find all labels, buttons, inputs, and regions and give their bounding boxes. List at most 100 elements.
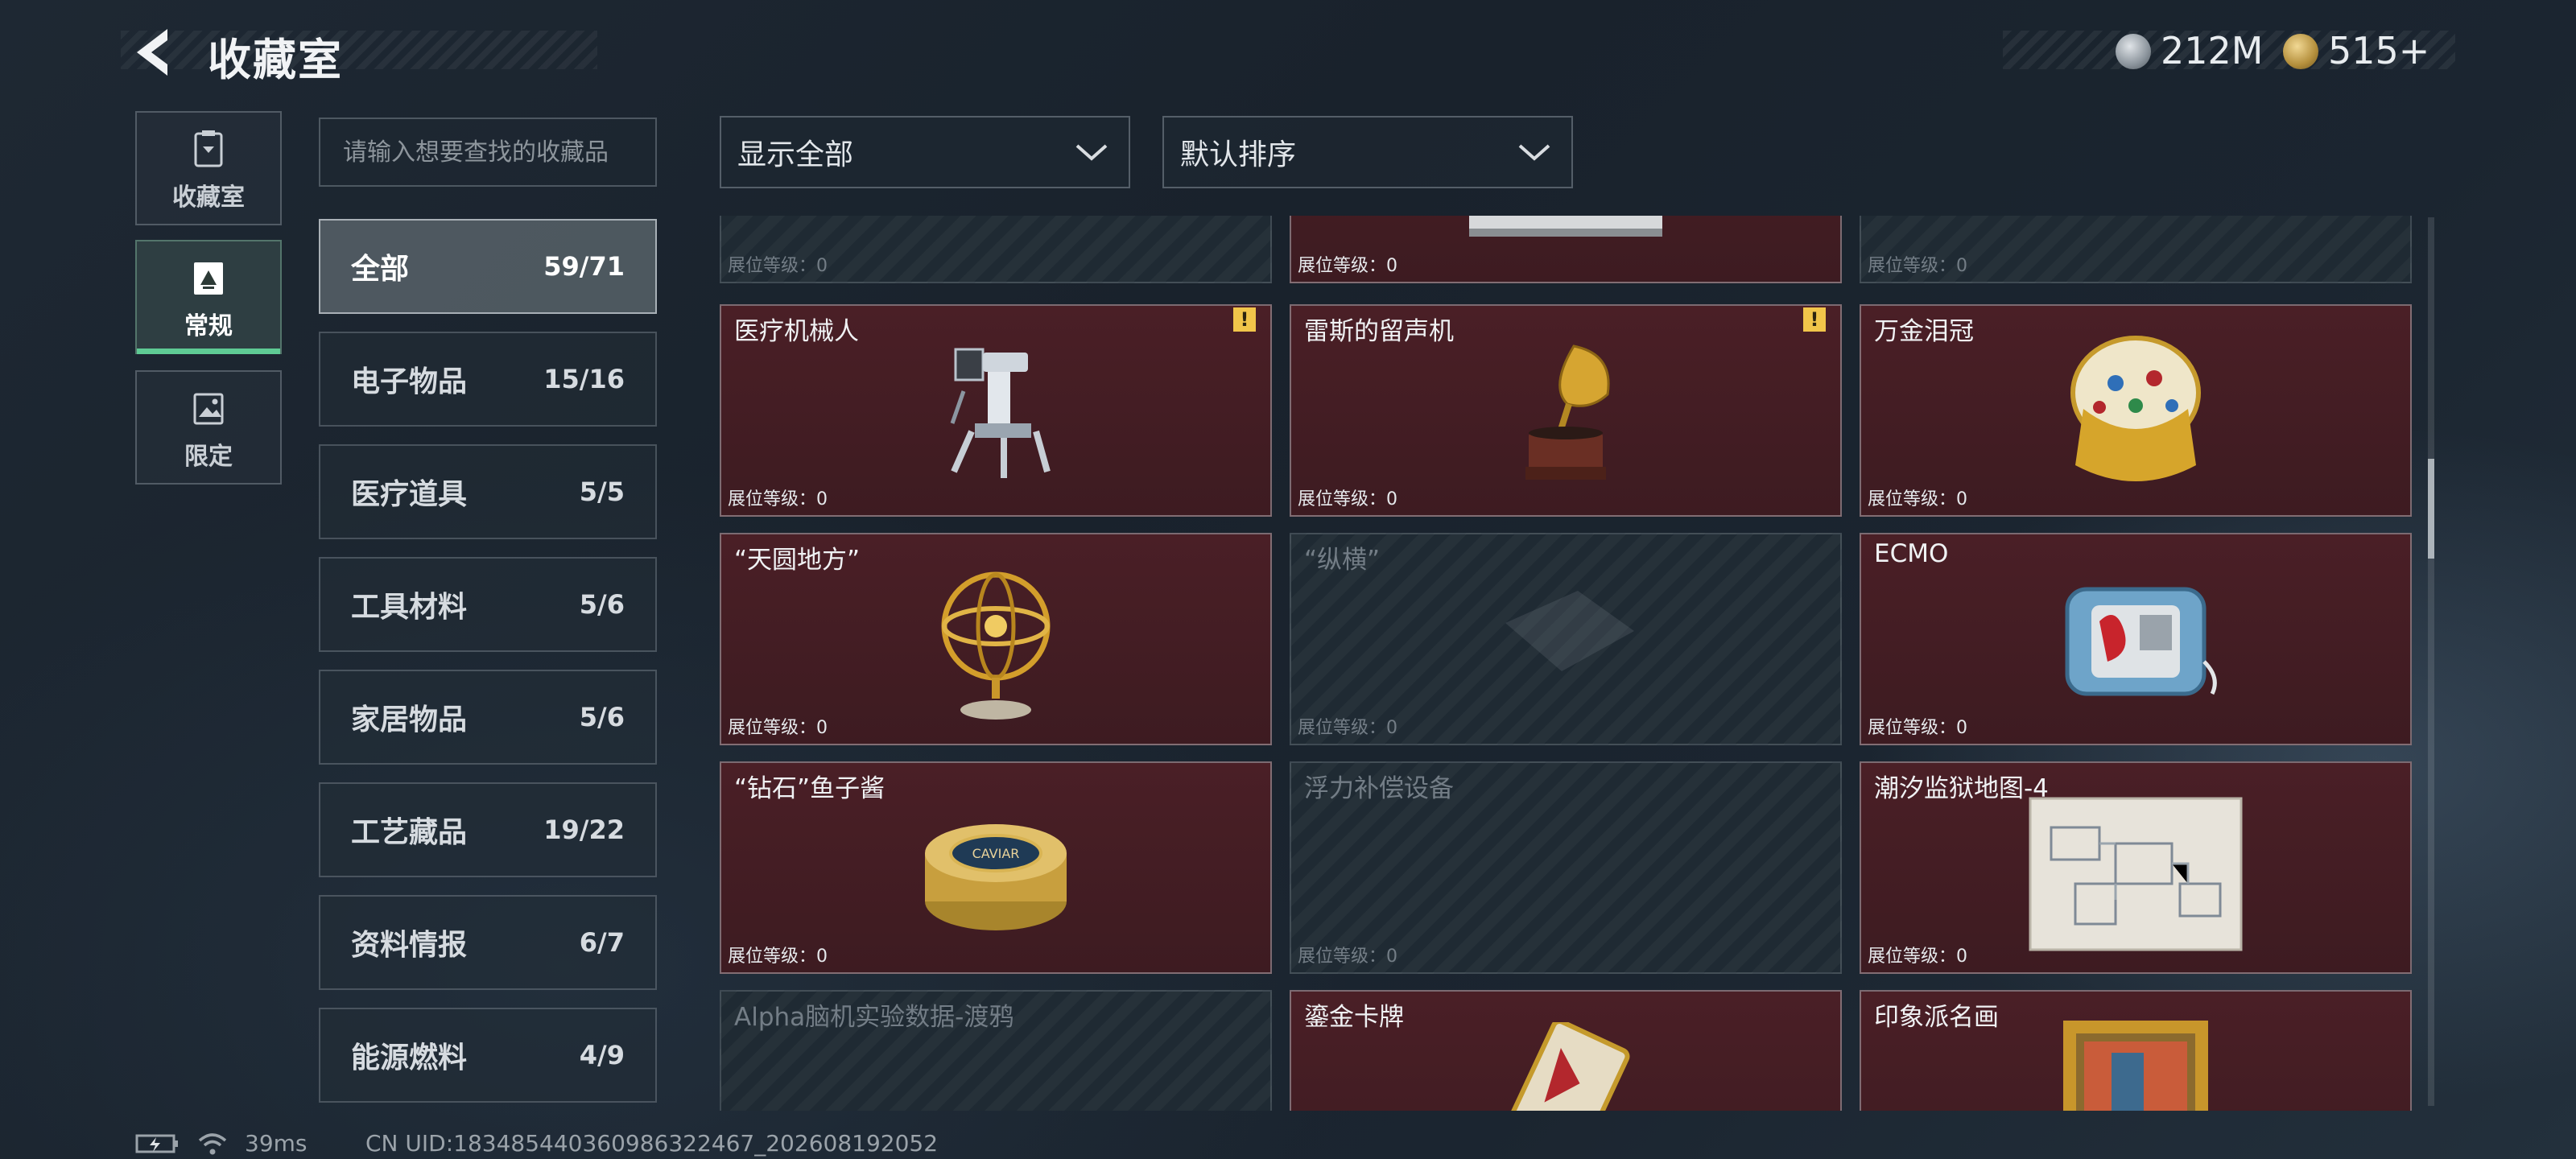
collection-card[interactable]: “纵横” 展位等级：0 — [1290, 533, 1842, 745]
display-level: 展位等级：0 — [1868, 947, 1967, 967]
search-input[interactable] — [320, 119, 655, 185]
chevron-down-icon — [1518, 144, 1550, 161]
header-banner — [121, 31, 597, 69]
collection-card[interactable]: 鎏金卡牌 — [1290, 990, 1842, 1111]
category-medical[interactable]: 医疗道具 5/5 — [319, 444, 657, 539]
display-level: 展位等级：0 — [1868, 489, 1967, 509]
show-filter-dropdown[interactable]: 显示全部 — [720, 116, 1130, 188]
scrollbar-track[interactable] — [2428, 217, 2434, 1106]
category-count: 5/6 — [579, 589, 625, 620]
category-household[interactable]: 家居物品 5/6 — [319, 670, 657, 765]
back-arrow-icon — [137, 29, 167, 76]
item-name: 雷斯的留声机 — [1304, 317, 1454, 346]
silver-coin-icon — [2116, 34, 2151, 69]
category-name: 资料情报 — [351, 929, 468, 962]
jeweled-egg-image — [2070, 336, 2201, 481]
trophy-icon — [194, 130, 223, 167]
chevron-down-icon — [1075, 144, 1108, 161]
svg-text:CAVIAR: CAVIAR — [972, 846, 1020, 861]
warning-badge-icon: ! — [1233, 307, 1256, 332]
category-energy[interactable]: 能源燃料 4/9 — [319, 1008, 657, 1103]
collection-grid: 展位等级：0 展位等级：0 展位等级：0 医疗机械人 ! 展位等级：0 雷斯的留… — [720, 216, 2413, 1111]
limited-picture-icon — [193, 393, 224, 425]
category-name: 工具材料 — [351, 591, 468, 624]
prison-map-image — [2029, 797, 2243, 951]
display-level: 展位等级：0 — [1868, 718, 1967, 738]
category-name: 全部 — [351, 253, 410, 286]
category-all[interactable]: 全部 59/71 — [319, 219, 657, 314]
status-bar: 39ms — [135, 1130, 308, 1157]
collection-card[interactable]: 展位等级：0 — [1860, 216, 2412, 283]
item-name: 万金泪冠 — [1874, 317, 1974, 346]
tab-collection-room[interactable]: 收藏室 — [135, 111, 282, 225]
tab-label: 限定 — [184, 443, 233, 471]
item-image — [1469, 216, 1662, 237]
sort-dropdown[interactable]: 默认排序 — [1162, 116, 1573, 188]
scrollbar-thumb[interactable] — [2428, 459, 2434, 559]
item-name: “天圆地方” — [734, 546, 861, 575]
category-count: 15/16 — [543, 364, 625, 394]
ecmo-machine-image — [2065, 587, 2217, 696]
collection-card[interactable]: ECMO 展位等级：0 — [1860, 533, 2412, 745]
display-level: 展位等级：0 — [1298, 718, 1397, 738]
category-tools[interactable]: 工具材料 5/6 — [319, 557, 657, 652]
gold-amount: 515+ — [2328, 29, 2430, 72]
category-count: 59/71 — [543, 251, 625, 282]
display-level: 展位等级：0 — [1298, 947, 1397, 967]
display-level: 展位等级：0 — [728, 718, 828, 738]
ping-value: 39ms — [245, 1130, 308, 1157]
tab-limited[interactable]: 限定 — [135, 370, 282, 485]
collection-card[interactable]: 万金泪冠 展位等级：0 — [1860, 304, 2412, 517]
collection-card[interactable]: 医疗机械人 ! 展位等级：0 — [720, 304, 1272, 517]
tab-label: 收藏室 — [172, 184, 245, 212]
display-level: 展位等级：0 — [728, 256, 828, 276]
sort-value: 默认排序 — [1180, 138, 1297, 171]
chessboard-image — [1505, 591, 1634, 671]
display-level: 展位等级：0 — [1868, 256, 1967, 276]
medical-robot-image — [950, 348, 1051, 478]
collection-card[interactable]: 展位等级：0 — [1290, 216, 1842, 283]
gold-coin-icon — [2283, 34, 2318, 69]
silver-amount: 212M — [2161, 29, 2264, 72]
display-level: 展位等级：0 — [728, 947, 828, 967]
collection-card[interactable]: “天圆地方” 展位等级：0 — [720, 533, 1272, 745]
gramophone-image — [1525, 344, 1610, 480]
page-title: 收藏室 — [208, 35, 343, 85]
collection-card[interactable]: 展位等级：0 — [720, 216, 1272, 283]
battery-icon — [135, 1134, 178, 1153]
category-name: 工艺藏品 — [351, 816, 468, 849]
category-name: 电子物品 — [351, 365, 468, 398]
collection-card[interactable]: 雷斯的留声机 ! 展位等级：0 — [1290, 304, 1842, 517]
picture-icon — [194, 262, 223, 295]
tab-regular[interactable]: 常规 — [135, 240, 282, 354]
category-name: 家居物品 — [351, 703, 468, 736]
item-name: “钻石”鱼子酱 — [734, 774, 886, 803]
category-electronics[interactable]: 电子物品 15/16 — [319, 332, 657, 427]
category-count: 5/6 — [579, 702, 625, 732]
item-name: Alpha脑机实验数据-渡鸦 — [734, 1003, 1014, 1032]
collection-card[interactable]: “钻石”鱼子酱 CAVIAR 展位等级：0 — [720, 761, 1272, 974]
category-count: 19/22 — [543, 815, 625, 845]
category-name: 医疗道具 — [351, 478, 468, 511]
collection-card[interactable]: Alpha脑机实验数据-渡鸦 — [720, 990, 1272, 1111]
category-intel[interactable]: 资料情报 6/7 — [319, 895, 657, 990]
display-level: 展位等级：0 — [728, 489, 828, 509]
warning-badge-icon: ! — [1803, 307, 1826, 332]
category-crafts[interactable]: 工艺藏品 19/22 — [319, 782, 657, 877]
item-name: 浮力补偿设备 — [1304, 774, 1454, 803]
item-name: 鎏金卡牌 — [1304, 1003, 1404, 1032]
wifi-icon — [198, 1132, 227, 1154]
uid-text: CN UID:1834854403609863224​67_2026081920… — [365, 1130, 939, 1157]
collection-card[interactable]: 印象派名画 — [1860, 990, 2412, 1111]
show-filter-value: 显示全部 — [737, 138, 854, 171]
collection-card[interactable]: 潮汐监狱地图-4 展位等级：0 — [1860, 761, 2412, 974]
category-count: 6/7 — [579, 927, 625, 958]
tab-label: 常规 — [184, 312, 233, 340]
search-box[interactable] — [319, 118, 657, 187]
caviar-tin-image: CAVIAR — [925, 824, 1067, 930]
item-name: 印象派名画 — [1874, 1003, 1999, 1032]
collection-card[interactable]: 浮力补偿设备 展位等级：0 — [1290, 761, 1842, 974]
back-button[interactable] — [129, 24, 185, 80]
gilded-card-image — [1505, 1022, 1630, 1111]
impressionist-painting-image — [2063, 1021, 2208, 1111]
